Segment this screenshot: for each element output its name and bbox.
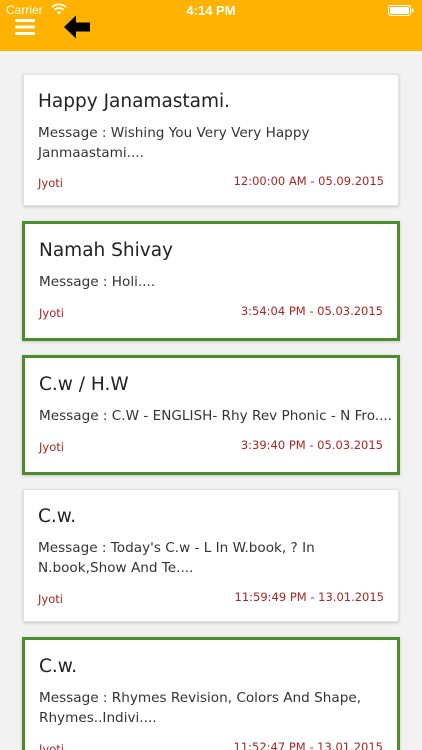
message-datetime: 11:59:49 PM - 13.01.2015 [234,590,384,604]
arrow-left-icon[interactable] [62,13,92,41]
message-card[interactable]: C.w. Message : Rhymes Revision, Colors A… [22,637,400,750]
message-card[interactable]: Namah Shivay Message : Holi.... Jyoti 3:… [22,221,400,341]
message-preview-line: Message : Today's C.w - L In W.book, ? I… [38,540,315,556]
message-card[interactable]: C.w / H.W Message : C.W - ENGLISH- Rhy R… [22,355,400,475]
message-list[interactable]: Happy Janamastami. Message : Wishing You… [0,51,422,750]
message-author: Jyoti [39,440,64,454]
message-datetime: 12:00:00 AM - 05.09.2015 [233,174,384,188]
message-preview-line: N.book,Show And Te.... [38,560,194,576]
message-author: Jyoti [38,176,63,190]
message-datetime: 3:54:04 PM - 05.03.2015 [240,304,383,318]
message-title: C.w. [39,656,78,677]
message-title: Namah Shivay [39,240,173,261]
app-header: Carrier 4:14 PM [0,0,422,51]
message-datetime: 11:52:47 PM - 13.01.2015 [233,740,383,750]
hamburger-menu-icon[interactable] [14,17,36,37]
message-preview-line: Message : Wishing You Very Very Happy [38,125,310,141]
battery-icon [388,5,414,16]
message-card[interactable]: Happy Janamastami. Message : Wishing You… [23,74,399,206]
message-preview-line: Message : Rhymes Revision, Colors And Sh… [39,690,362,706]
message-author: Jyoti [38,592,63,606]
message-author: Jyoti [39,306,64,320]
message-title: C.w / H.W [39,374,129,395]
message-card[interactable]: C.w. Message : Today's C.w - L In W.book… [23,489,399,622]
message-author: Jyoti [39,742,64,750]
message-datetime: 3:39:40 PM - 05.03.2015 [240,438,383,452]
message-title: C.w. [38,506,77,527]
message-preview-line: Message : C.W - ENGLISH- Rhy Rev Phonic … [39,408,393,424]
message-preview-line: Rhymes..Indivi.... [39,710,157,726]
message-preview-line: Message : Holi.... [39,274,156,290]
message-title: Happy Janamastami. [38,91,231,112]
message-preview-line: Janmaastami.... [38,145,144,161]
